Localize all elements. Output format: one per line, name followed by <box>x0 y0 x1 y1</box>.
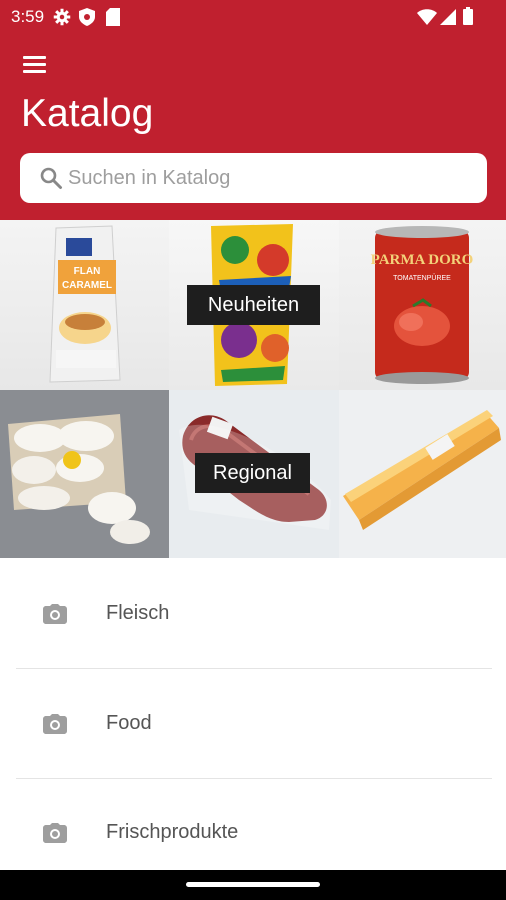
category-item-fleisch[interactable]: Fleisch <box>16 560 492 669</box>
gear-icon <box>53 8 71 26</box>
home-gesture-handle[interactable] <box>186 882 320 887</box>
camera-icon <box>43 604 67 624</box>
search-input[interactable] <box>68 153 468 203</box>
tomato-can-image: PARMA DORO TOMATENPÜREE <box>371 226 474 384</box>
meringues-image <box>8 414 150 544</box>
shield-icon <box>79 8 95 26</box>
cheese-image <box>343 410 501 530</box>
featured-grid: FLAN CARAMEL PARMA DORO TOMATENPÜREE Neu… <box>0 220 506 558</box>
sd-card-icon <box>106 8 120 26</box>
featured-tile-flan[interactable]: FLAN CARAMEL <box>0 220 169 390</box>
featured-tile-tomato-can[interactable]: PARMA DORO TOMATENPÜREE <box>339 220 506 390</box>
signal-icon <box>440 9 456 25</box>
camera-icon <box>43 823 67 843</box>
search-icon <box>40 167 62 189</box>
category-item-food[interactable]: Food <box>16 670 492 779</box>
search-box[interactable] <box>20 153 487 203</box>
app-bar: Katalog <box>0 34 506 220</box>
system-nav-bar <box>0 870 506 900</box>
flan-caramel-bag-image: FLAN CARAMEL <box>49 225 121 383</box>
flan-name-text: CARAMEL <box>62 280 112 291</box>
category-label: Fleisch <box>106 602 170 624</box>
status-time: 3:59 <box>11 7 45 26</box>
battery-icon <box>463 7 473 25</box>
page-title: Katalog <box>21 92 154 135</box>
flan-brand-text: FLAN <box>74 266 101 277</box>
featured-tile-cheese[interactable] <box>339 390 506 558</box>
camera-icon <box>43 714 67 734</box>
category-label: Food <box>106 712 152 734</box>
can-name-text: TOMATENPÜREE <box>393 274 451 282</box>
can-brand-text: PARMA DORO <box>371 252 474 268</box>
wifi-icon <box>417 9 437 25</box>
status-bar: 3:59 <box>0 0 506 34</box>
category-label: Frischprodukte <box>106 821 239 843</box>
hamburger-icon <box>23 56 46 59</box>
featured-tile-meringues[interactable] <box>0 390 169 558</box>
menu-button[interactable] <box>20 52 50 78</box>
neuheiten-tag[interactable]: Neuheiten <box>187 285 320 325</box>
regional-tag[interactable]: Regional <box>195 453 310 493</box>
